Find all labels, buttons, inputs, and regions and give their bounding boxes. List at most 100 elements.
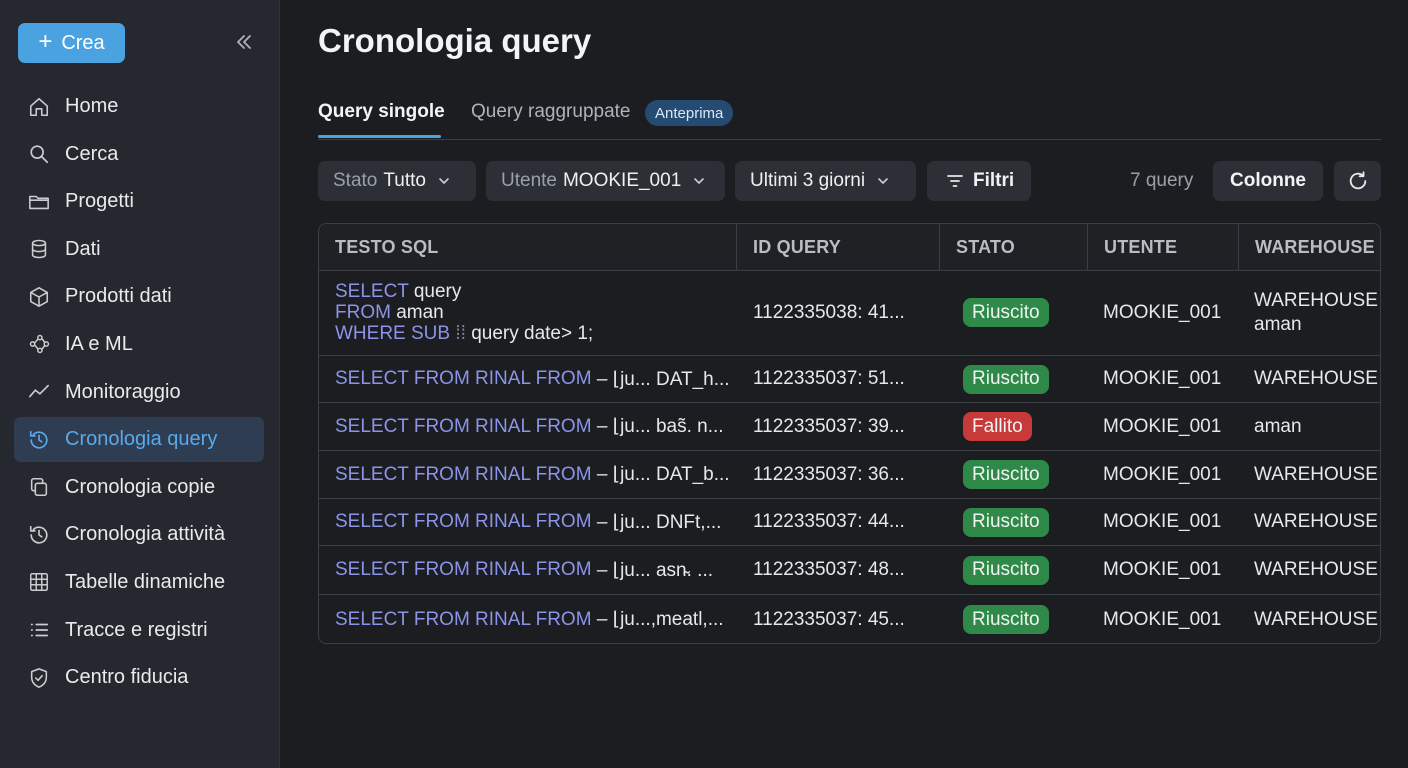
warehouse-cell: WAREHOUSE (1254, 608, 1378, 630)
main-content: Cronologia query Query singole Query rag… (318, 0, 1381, 768)
sql-text: – ⌊ju... DNFt,... (596, 511, 722, 533)
sql-keyword: SELECT FROM RINAL FROM (335, 608, 592, 630)
warehouse-cell: aman (1254, 415, 1302, 437)
warehouse-line: WAREHOUSE (1254, 289, 1378, 311)
sidebar-item-data[interactable]: Dati (14, 227, 264, 272)
sql-line: FROM aman (335, 302, 593, 323)
sql-text: – ⌊ju... DAT_b... (596, 464, 730, 485)
sidebar-item-label: Centro fiducia (65, 666, 189, 689)
status-badge: Riuscito (963, 507, 1049, 537)
sidebar-item-activity-history[interactable]: Cronologia attività (14, 512, 264, 557)
sql-line: WHERE SUB ⁞⁞ query date> 1; (335, 323, 594, 344)
warehouse-cell: WAREHOUSE aman (1238, 270, 1380, 355)
columns-button[interactable]: Colonne (1213, 161, 1323, 201)
chevron-down-icon (876, 174, 890, 188)
status-cell: Riuscito (955, 595, 1103, 643)
sql-text: query (413, 281, 462, 302)
warehouse-cell: WAREHOUSE (1254, 559, 1378, 580)
column-header-user[interactable]: UTENTE (1088, 224, 1239, 270)
sql-text: – ⌊ju... bas̃. n... (596, 416, 724, 437)
collapse-sidebar-button[interactable] (232, 30, 256, 54)
sidebar-item-copy-history[interactable]: Cronologia copie (14, 465, 264, 510)
sidebar-item-dynamic-tables[interactable]: Tabelle dinamiche (14, 560, 264, 605)
filter-toolbar: Stato Tutto Utente MOOKIE_001 Ultimi 3 g… (318, 161, 1381, 201)
column-header-status[interactable]: STATO (940, 224, 1088, 270)
sidebar-item-label: Cronologia query (65, 428, 218, 451)
column-header-warehouse[interactable]: WAREHOUSE (1239, 224, 1380, 270)
active-tab-indicator (318, 135, 441, 138)
user-cell: MOOKIE_001 (1103, 415, 1222, 437)
query-history-table: TESTO SQL ID QUERY STATO UTENTE WAREHOUS… (318, 223, 1381, 644)
sidebar-item-data-products[interactable]: Prodotti dati (14, 274, 264, 319)
table-grid-icon (27, 570, 51, 594)
sidebar-item-label: Tabelle dinamiche (65, 570, 226, 593)
sql-keyword: SELECT (335, 281, 409, 302)
refresh-icon (1349, 171, 1366, 190)
sidebar-item-search[interactable]: Cerca (14, 132, 264, 177)
tab-single-queries[interactable]: Query singole (318, 101, 445, 123)
sidebar-item-home[interactable]: Home (14, 84, 264, 129)
table-row[interactable]: SELECT FROM RINAL FROM – ⌊ju... DNFt,...… (319, 499, 1380, 546)
sidebar-item-query-history[interactable]: Cronologia query (14, 417, 264, 463)
search-icon (27, 142, 51, 166)
table-row[interactable]: SELECT FROM RINAL FROM – ⌊ju...,meatl,..… (319, 595, 1380, 643)
sidebar-item-trust-center[interactable]: Centro fiducia (14, 655, 264, 700)
sql-text-cell: SELECT FROM RINAL FROM – ⌊ju... DAT_b... (319, 451, 737, 498)
sql-text: – ⌊ju... asn̴. ... (596, 559, 714, 581)
query-id-cell: 1122335037: 45... (753, 608, 905, 630)
sidebar-item-ai-ml[interactable]: IA e ML (14, 322, 264, 367)
filters-button-label: Filtri (973, 170, 1015, 191)
user-cell: MOOKIE_001 (1103, 463, 1222, 485)
query-count: 7 query (1130, 170, 1194, 191)
list-icon (27, 618, 51, 642)
sidebar-item-label: Monitoraggio (65, 380, 181, 403)
user-cell: MOOKIE_001 (1103, 368, 1222, 389)
user-filter-value: MOOKIE_001 (562, 170, 682, 191)
user-cell: MOOKIE_001 (1103, 608, 1222, 630)
sidebar-item-traces-logs[interactable]: Tracce e registri (14, 608, 264, 653)
status-badge: Fallito (963, 412, 1032, 441)
time-range-dropdown[interactable]: Ultimi 3 giorni (735, 161, 916, 201)
create-button[interactable]: + Crea (18, 23, 125, 63)
sidebar-item-label: Dati (65, 237, 101, 260)
history-icon (27, 428, 51, 452)
status-filter-dropdown[interactable]: Stato Tutto (318, 161, 476, 201)
sql-text: – ⌊ju...,meatl,... (596, 609, 724, 630)
status-badge: Riuscito (963, 460, 1049, 489)
sidebar-item-monitoring[interactable]: Monitoraggio (14, 370, 264, 415)
tab-grouped-queries[interactable]: Query raggruppate (471, 101, 631, 123)
status-cell: Riuscito (955, 270, 1103, 355)
sidebar-item-label: Home (65, 95, 119, 117)
status-cell: Riuscito (955, 546, 1103, 594)
warehouse-cell: WAREHOUSE (1254, 368, 1378, 389)
user-filter-dropdown[interactable]: Utente MOOKIE_001 (486, 161, 725, 201)
table-row[interactable]: SELECT FROM RINAL FROM – ⌊ju... bas̃. n.… (319, 403, 1380, 451)
table-row[interactable]: SELECT FROM RINAL FROM – ⌊ju... asn̴. ..… (319, 546, 1380, 595)
sql-text-cell: SELECT FROM RINAL FROM – ⌊ju... bas̃. n.… (319, 403, 737, 450)
refresh-button[interactable] (1334, 161, 1381, 201)
table-row[interactable]: SELECT query FROM aman WHERE SUB ⁞⁞ quer… (319, 270, 1380, 356)
column-header-sql-text[interactable]: TESTO SQL (319, 224, 737, 270)
copy-icon (27, 475, 51, 499)
sql-text-cell: SELECT FROM RINAL FROM – ⌊ju... DNFt,... (319, 499, 737, 545)
sidebar-item-label: Cronologia copie (65, 475, 216, 498)
warehouse-cell: WAREHOUSE (1254, 463, 1378, 485)
user-cell: MOOKIE_001 (1103, 559, 1222, 580)
plus-icon: + (38, 28, 53, 55)
sql-text-cell: SELECT FROM RINAL FROM – ⌊ju... DAT_h... (319, 356, 737, 402)
sql-keyword: SELECT FROM RINAL FROM (335, 463, 592, 485)
table-header: TESTO SQL ID QUERY STATO UTENTE WAREHOUS… (319, 224, 1380, 271)
status-cell: Riuscito (955, 451, 1103, 498)
home-icon (27, 95, 51, 119)
sidebar-item-label: Progetti (65, 190, 134, 213)
filters-button[interactable]: Filtri (927, 161, 1031, 201)
column-header-query-id[interactable]: ID QUERY (737, 224, 940, 270)
filter-icon (945, 171, 965, 191)
table-row[interactable]: SELECT FROM RINAL FROM – ⌊ju... DAT_b...… (319, 451, 1380, 499)
sql-text: – ⌊ju... DAT_h... (596, 368, 730, 390)
warehouse-cell: WAREHOUSE (1254, 511, 1378, 532)
sidebar-item-projects[interactable]: Progetti (14, 179, 264, 224)
sql-text-cell: SELECT query FROM aman WHERE SUB ⁞⁞ quer… (319, 270, 737, 355)
table-row[interactable]: SELECT FROM RINAL FROM – ⌊ju... DAT_h...… (319, 356, 1380, 403)
sql-keyword: SELECT FROM RINAL FROM (335, 415, 592, 437)
